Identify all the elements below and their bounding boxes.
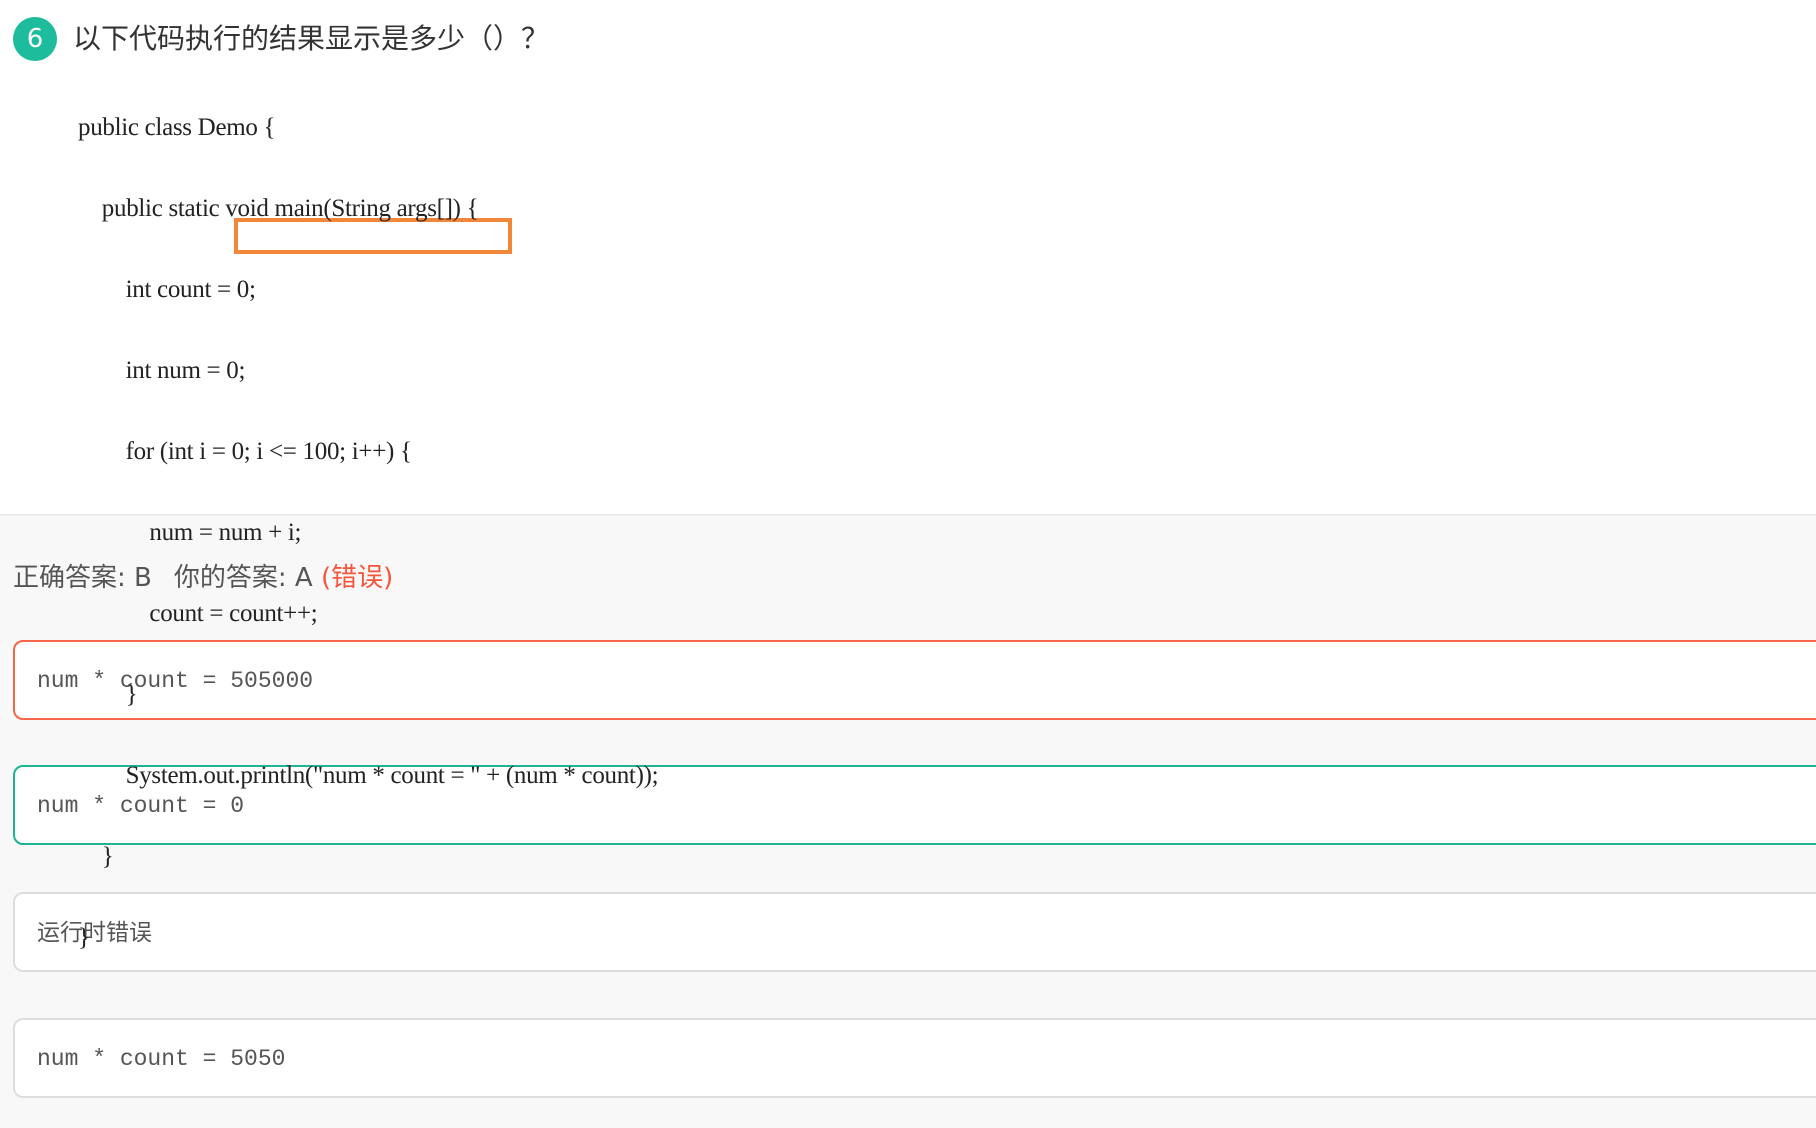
code-line: System.out.println("num * count = " + (n… (78, 762, 659, 789)
option-text: num * count = 5050 (37, 1046, 286, 1072)
code-snippet: public class Demo { public static void m… (78, 60, 659, 1005)
question-number-badge: 6 (13, 17, 57, 61)
question-title: 以下代码执行的结果显示是多少（）？ (73, 22, 550, 55)
code-line: count = count++; (78, 600, 318, 627)
code-line: for (int i = 0; i <= 100; i++) { (78, 438, 412, 465)
code-line: public class Demo { (78, 114, 276, 141)
code-line: } (78, 843, 114, 870)
code-line: public static void main(String args[]) { (78, 195, 479, 222)
question-panel: 6 以下代码执行的结果显示是多少（）？ public class Demo { … (0, 0, 1816, 951)
code-line: } (78, 924, 90, 951)
code-line: } (78, 681, 138, 708)
option-d[interactable]: num * count = 5050 (13, 1018, 1816, 1098)
code-line: int num = 0; (78, 357, 246, 384)
code-line: int count = 0; (78, 276, 256, 303)
code-line: num = num + i; (78, 519, 302, 546)
